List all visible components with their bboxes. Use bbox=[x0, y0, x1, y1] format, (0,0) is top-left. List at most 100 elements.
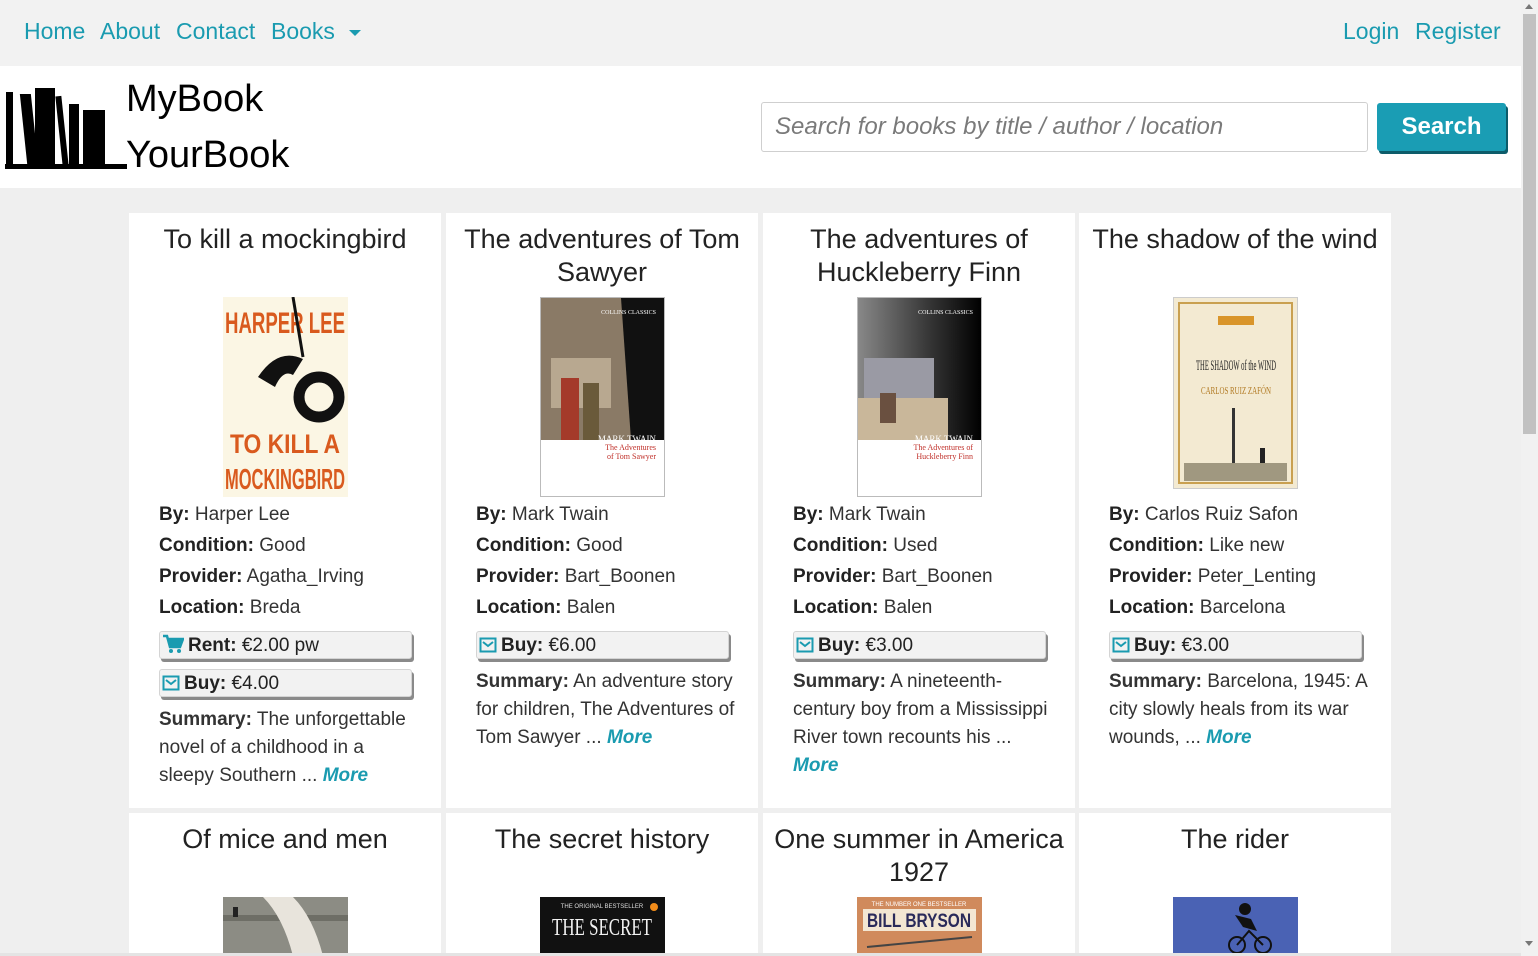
book-cover-image[interactable] bbox=[223, 897, 348, 956]
condition-label: Condition: bbox=[159, 535, 254, 556]
provider-value: Agatha_Irving bbox=[246, 566, 364, 587]
buy-button[interactable]: Buy: €6.00 bbox=[476, 631, 729, 659]
cover-top-text: THE NUMBER ONE BESTSELLER bbox=[872, 902, 967, 908]
search-input[interactable] bbox=[761, 102, 1368, 152]
book-cover-image[interactable] bbox=[1173, 897, 1298, 956]
cover-title-text: THE SHADOW of the WIND bbox=[1196, 358, 1276, 374]
book-summary: Summary: A nineteenth-century boy from a… bbox=[793, 668, 1055, 780]
book-author: By: Carlos Ruiz Safon bbox=[1109, 504, 1298, 526]
provider-label: Provider: bbox=[1109, 566, 1193, 587]
summary-label: Summary: bbox=[476, 671, 569, 692]
book-cover-image[interactable]: THE ORIGINAL BESTSELLER THE SECRET bbox=[540, 897, 665, 956]
summary-label: Summary: bbox=[1109, 671, 1202, 692]
book-title[interactable]: The rider bbox=[1087, 823, 1383, 856]
book-title[interactable]: The secret history bbox=[454, 823, 750, 856]
book-card: The secret history THE ORIGINAL BESTSELL… bbox=[446, 813, 758, 956]
nav-contact-link[interactable]: Contact bbox=[176, 18, 255, 45]
cover-series-text: COLLINS CLASSICS bbox=[918, 310, 973, 316]
book-author: By: Mark Twain bbox=[793, 504, 926, 526]
nav-home-link[interactable]: Home bbox=[24, 18, 85, 45]
book-summary: Summary: Barcelona, 1945: A city slowly … bbox=[1109, 668, 1371, 752]
provider-value: Bart_Boonen bbox=[881, 566, 993, 587]
nav-register-link[interactable]: Register bbox=[1415, 18, 1501, 45]
nav-login-link[interactable]: Login bbox=[1343, 18, 1399, 45]
book-provider: Provider: Agatha_Irving bbox=[159, 566, 364, 588]
book-card: The rider bbox=[1079, 813, 1391, 956]
book-location: Location: Breda bbox=[159, 597, 300, 619]
buy-price: €6.00 bbox=[548, 635, 597, 656]
author-label: By: bbox=[1109, 504, 1140, 525]
brand-name-line2: YourBook bbox=[126, 134, 290, 176]
more-link[interactable]: More bbox=[793, 755, 838, 776]
book-cover-image[interactable]: COLLINS CLASSICS MARK TWAIN The Adventur… bbox=[540, 297, 665, 497]
buy-price: €3.00 bbox=[1181, 635, 1230, 656]
author-value: Mark Twain bbox=[828, 504, 926, 525]
book-location: Location: Balen bbox=[793, 597, 932, 619]
book-condition: Condition: Used bbox=[793, 535, 938, 557]
book-title[interactable]: The adventures of Huckleberry Finn bbox=[771, 223, 1067, 289]
book-provider: Provider: Bart_Boonen bbox=[476, 566, 676, 588]
location-label: Location: bbox=[1109, 597, 1195, 618]
condition-value: Good bbox=[259, 535, 306, 556]
svg-text:MOCKINGBIRD: MOCKINGBIRD bbox=[225, 464, 345, 496]
book-cover-image[interactable]: THE SHADOW of the WIND CARLOS RUIZ ZAFÓN bbox=[1173, 297, 1298, 489]
book-title[interactable]: The shadow of the wind bbox=[1087, 223, 1383, 256]
more-link[interactable]: More bbox=[1206, 727, 1251, 748]
buy-price: €4.00 bbox=[231, 673, 280, 694]
nav-about-link[interactable]: About bbox=[100, 18, 160, 45]
book-provider: Provider: Bart_Boonen bbox=[793, 566, 993, 588]
nav-books-label: Books bbox=[271, 18, 335, 44]
book-location: Location: Barcelona bbox=[1109, 597, 1285, 619]
book-author: By: Harper Lee bbox=[159, 504, 290, 526]
rent-label: Rent: bbox=[188, 635, 237, 656]
book-summary: Summary: The unforgettable novel of a ch… bbox=[159, 706, 421, 790]
envelope-icon bbox=[479, 637, 497, 653]
site-header: MyBook YourBook Search bbox=[0, 66, 1521, 188]
book-title[interactable]: Of mice and men bbox=[137, 823, 433, 856]
location-value: Balen bbox=[883, 597, 933, 618]
author-label: By: bbox=[793, 504, 824, 525]
svg-text:Huckleberry Finn: Huckleberry Finn bbox=[916, 452, 973, 461]
book-title[interactable]: The adventures of Tom Sawyer bbox=[454, 223, 750, 289]
buy-price: €3.00 bbox=[865, 635, 914, 656]
scrollbar-thumb[interactable] bbox=[1523, 14, 1536, 434]
book-summary: Summary: An adventure story for children… bbox=[476, 668, 738, 752]
book-provider: Provider: Peter_Lenting bbox=[1109, 566, 1316, 588]
envelope-icon bbox=[1112, 637, 1130, 653]
search-button[interactable]: Search bbox=[1377, 103, 1506, 151]
book-condition: Condition: Good bbox=[159, 535, 306, 557]
buy-button[interactable]: Buy: €4.00 bbox=[159, 669, 412, 697]
condition-label: Condition: bbox=[793, 535, 888, 556]
book-title[interactable]: To kill a mockingbird bbox=[137, 223, 433, 256]
envelope-icon bbox=[796, 637, 814, 653]
book-condition: Condition: Good bbox=[476, 535, 623, 557]
svg-text:of Tom Sawyer: of Tom Sawyer bbox=[607, 452, 656, 461]
bookshelf-logo-icon[interactable] bbox=[5, 86, 127, 170]
author-value: Carlos Ruiz Safon bbox=[1144, 504, 1299, 525]
author-label: By: bbox=[159, 504, 190, 525]
buy-button[interactable]: Buy: €3.00 bbox=[793, 631, 1046, 659]
svg-text:The Adventures: The Adventures bbox=[605, 443, 656, 452]
book-location: Location: Balen bbox=[476, 597, 615, 619]
nav-books-dropdown[interactable]: Books bbox=[271, 18, 361, 45]
cover-author-text: CARLOS RUIZ ZAFÓN bbox=[1201, 385, 1271, 397]
location-label: Location: bbox=[476, 597, 562, 618]
cover-author-text: HARPER LEE bbox=[225, 307, 345, 340]
scroll-down-arrow-icon[interactable] bbox=[1525, 941, 1533, 946]
rent-button[interactable]: Rent: €2.00 pw bbox=[159, 631, 412, 659]
scroll-up-arrow-icon[interactable] bbox=[1525, 4, 1533, 9]
author-value: Mark Twain bbox=[511, 504, 609, 525]
book-cover-image[interactable]: COLLINS CLASSICS MARK TWAIN The Adventur… bbox=[857, 297, 982, 497]
rent-price: €2.00 pw bbox=[241, 635, 319, 656]
buy-label: Buy: bbox=[1134, 635, 1177, 656]
buy-button[interactable]: Buy: €3.00 bbox=[1109, 631, 1362, 659]
book-cover-image[interactable]: THE NUMBER ONE BESTSELLER BILL BRYSON bbox=[857, 897, 982, 956]
svg-text:TO KILL A: TO KILL A bbox=[230, 429, 340, 459]
book-author: By: Mark Twain bbox=[476, 504, 609, 526]
more-link[interactable]: More bbox=[607, 727, 652, 748]
book-cover-image[interactable]: HARPER LEE TO KILL A MOCKINGBIRD bbox=[223, 297, 348, 497]
more-link[interactable]: More bbox=[323, 765, 368, 786]
book-title[interactable]: One summer in America 1927 bbox=[771, 823, 1067, 889]
condition-label: Condition: bbox=[1109, 535, 1204, 556]
summary-label: Summary: bbox=[793, 671, 886, 692]
